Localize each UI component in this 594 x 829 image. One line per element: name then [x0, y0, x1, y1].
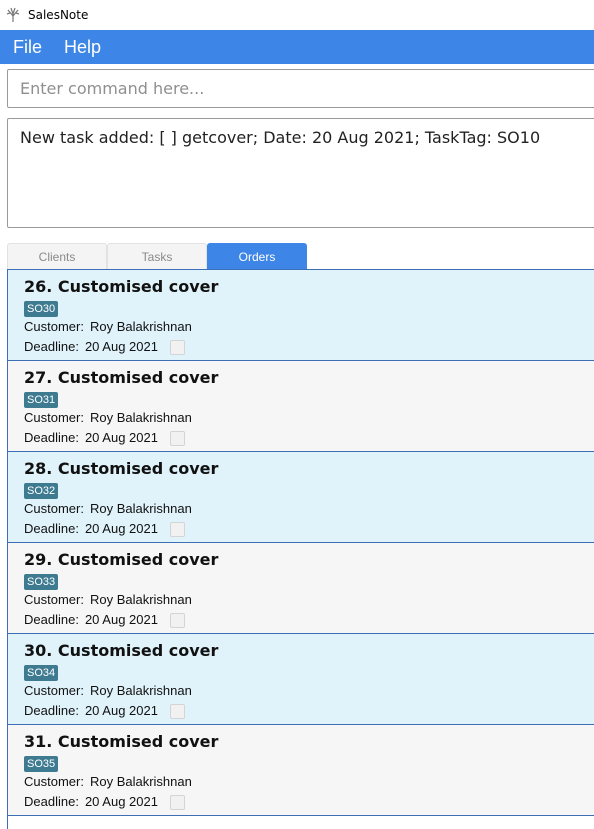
- customer-row: Customer: Roy Balakrishnan: [24, 408, 594, 428]
- completed-checkbox[interactable]: [169, 703, 185, 719]
- customer-row: Customer: Roy Balakrishnan: [24, 499, 594, 519]
- customer-label: Customer:: [24, 501, 84, 516]
- customer-label: Customer:: [24, 319, 84, 334]
- command-box: [7, 69, 594, 108]
- order-card[interactable]: 26. Customised cover SO30 Customer: Roy B…: [8, 270, 594, 361]
- deadline-value: 20 Aug 2021: [84, 703, 158, 718]
- order-tag: SO30: [24, 301, 59, 317]
- completed-checkbox[interactable]: [169, 612, 185, 628]
- order-tag: SO32: [24, 483, 59, 499]
- order-card[interactable]: 30. Customised cover SO34 Customer: Roy B…: [8, 634, 594, 725]
- result-display: New task added: [ ] getcover; Date: 20 A…: [7, 118, 594, 228]
- deadline-value: 20 Aug 2021: [84, 794, 158, 809]
- customer-name: Roy Balakrishnan: [89, 319, 192, 334]
- deadline-label: Deadline:: [24, 339, 79, 354]
- customer-row: Customer: Roy Balakrishnan: [24, 590, 594, 610]
- customer-label: Customer:: [24, 774, 84, 789]
- tab-bar: Clients Tasks Orders: [7, 243, 307, 270]
- tab-tasks[interactable]: Tasks: [107, 243, 207, 270]
- deadline-label: Deadline:: [24, 612, 79, 627]
- command-input[interactable]: [8, 70, 594, 107]
- order-title: 29. Customised cover: [24, 550, 219, 569]
- title-bar: SalesNote: [0, 0, 594, 30]
- customer-row: Customer: Roy Balakrishnan: [24, 772, 594, 792]
- window-title: SalesNote: [28, 8, 89, 22]
- deadline-row: Deadline: 20 Aug 2021: [24, 337, 594, 357]
- deadline-value: 20 Aug 2021: [84, 339, 158, 354]
- menu-file[interactable]: File: [0, 37, 52, 58]
- deadline-label: Deadline:: [24, 430, 79, 445]
- order-card[interactable]: 29. Customised cover SO33 Customer: Roy B…: [8, 543, 594, 634]
- customer-name: Roy Balakrishnan: [89, 774, 192, 789]
- customer-label: Customer:: [24, 410, 84, 425]
- deadline-row: Deadline: 20 Aug 2021: [24, 428, 594, 448]
- customer-name: Roy Balakrishnan: [89, 501, 192, 516]
- deadline-value: 20 Aug 2021: [84, 612, 158, 627]
- customer-name: Roy Balakrishnan: [89, 410, 192, 425]
- deadline-value: 20 Aug 2021: [84, 521, 158, 536]
- customer-row: Customer: Roy Balakrishnan: [24, 317, 594, 337]
- customer-name: Roy Balakrishnan: [89, 683, 192, 698]
- completed-checkbox[interactable]: [169, 430, 185, 446]
- order-tag: SO31: [24, 392, 59, 408]
- order-title: 30. Customised cover: [24, 641, 219, 660]
- deadline-label: Deadline:: [24, 794, 79, 809]
- customer-label: Customer:: [24, 592, 84, 607]
- result-message: New task added: [ ] getcover; Date: 20 A…: [20, 128, 541, 147]
- tab-orders[interactable]: Orders: [207, 243, 307, 270]
- order-card[interactable]: 27. Customised cover SO31 Customer: Roy B…: [8, 361, 594, 452]
- deadline-label: Deadline:: [24, 703, 79, 718]
- order-title: 26. Customised cover: [24, 277, 219, 296]
- customer-label: Customer:: [24, 683, 84, 698]
- menu-bar: File Help: [0, 30, 594, 64]
- completed-checkbox[interactable]: [169, 794, 185, 810]
- completed-checkbox[interactable]: [169, 521, 185, 537]
- order-title: 27. Customised cover: [24, 368, 219, 387]
- deadline-value: 20 Aug 2021: [84, 430, 158, 445]
- deadline-row: Deadline: 20 Aug 2021: [24, 610, 594, 630]
- order-tag: SO35: [24, 756, 59, 772]
- order-list[interactable]: 26. Customised cover SO30 Customer: Roy B…: [7, 269, 594, 829]
- deadline-row: Deadline: 20 Aug 2021: [24, 792, 594, 812]
- completed-checkbox[interactable]: [169, 339, 185, 355]
- order-title: 28. Customised cover: [24, 459, 219, 478]
- order-tag: SO33: [24, 574, 59, 590]
- customer-name: Roy Balakrishnan: [89, 592, 192, 607]
- deadline-row: Deadline: 20 Aug 2021: [24, 519, 594, 539]
- order-card[interactable]: 31. Customised cover SO35 Customer: Roy B…: [8, 725, 594, 816]
- order-tag: SO34: [24, 665, 59, 681]
- deadline-label: Deadline:: [24, 521, 79, 536]
- app-logo-icon: [5, 7, 21, 23]
- customer-row: Customer: Roy Balakrishnan: [24, 681, 594, 701]
- deadline-row: Deadline: 20 Aug 2021: [24, 701, 594, 721]
- tab-clients[interactable]: Clients: [7, 243, 107, 270]
- order-card[interactable]: 28. Customised cover SO32 Customer: Roy B…: [8, 452, 594, 543]
- order-title: 31. Customised cover: [24, 732, 219, 751]
- menu-help[interactable]: Help: [52, 37, 113, 58]
